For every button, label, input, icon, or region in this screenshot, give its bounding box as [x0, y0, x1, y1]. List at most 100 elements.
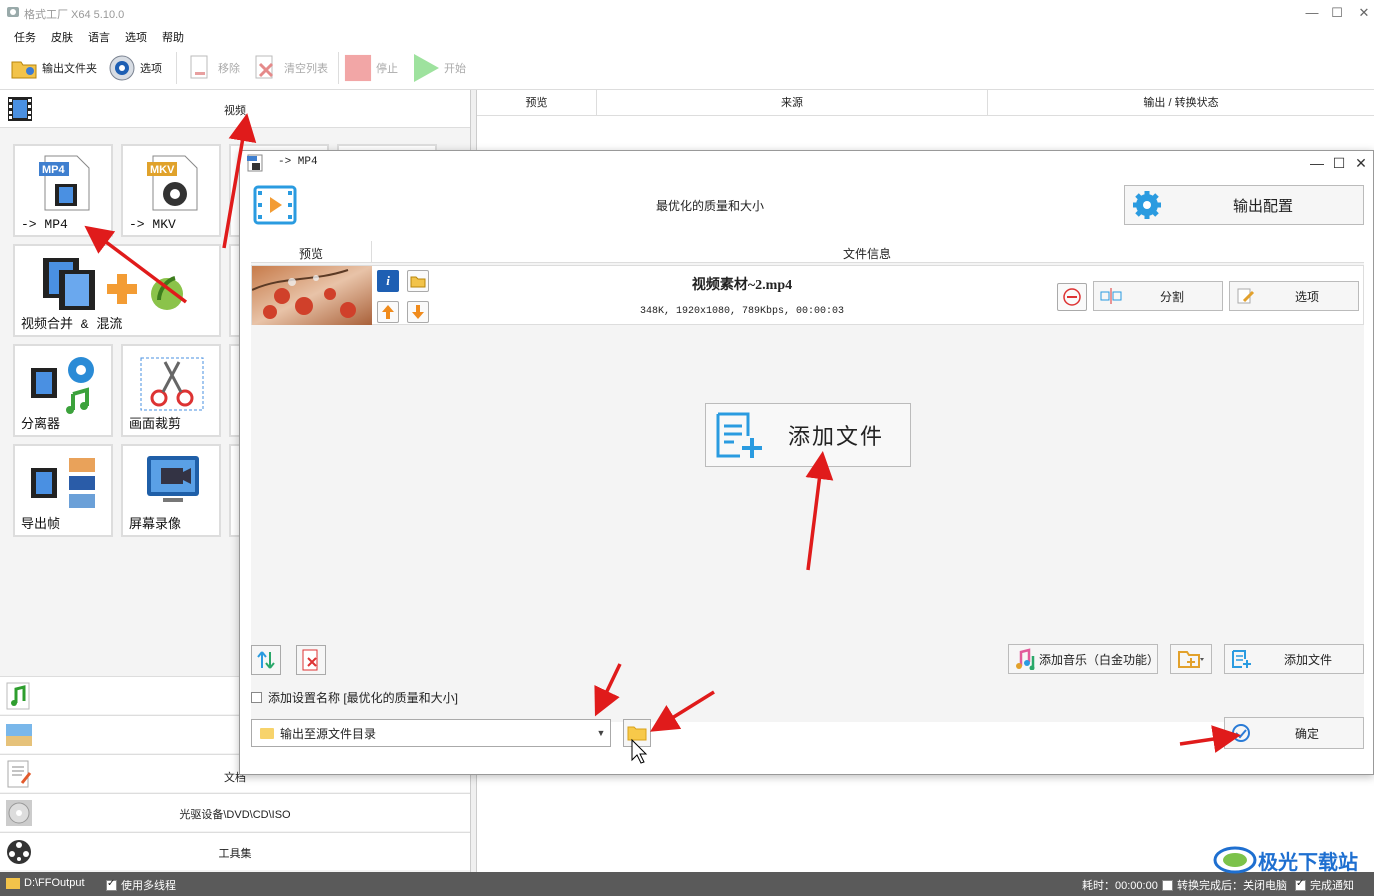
ok-button[interactable]: 确定 — [1224, 717, 1364, 749]
remove-button[interactable]: 移除 — [186, 52, 240, 84]
start-button[interactable]: 开始 — [412, 52, 466, 84]
tile-merge[interactable]: 视频合并 & 混流 — [13, 244, 221, 337]
app-icon — [7, 7, 19, 17]
arrow-up-icon — [382, 305, 394, 319]
output-dir-select[interactable]: 输出至源文件目录 ▼ — [251, 719, 611, 747]
remove-file-button[interactable] — [1057, 283, 1087, 311]
clear-files-button[interactable] — [296, 645, 326, 675]
stop-button[interactable]: 停止 — [344, 52, 398, 84]
open-folder-button[interactable] — [407, 270, 429, 292]
header-file-info: 文件信息 — [843, 247, 892, 261]
toolbar: 输出文件夹 选项 移除 清空列表 停止 开始 — [0, 46, 1374, 90]
menu-task[interactable]: 任务 — [14, 29, 36, 45]
col-header-output-status[interactable]: 输出 / 转换状态 — [988, 90, 1374, 116]
menu-language[interactable]: 语言 — [88, 29, 110, 45]
minimize-button[interactable]: — — [1302, 4, 1322, 22]
file-row[interactable]: i 视频素材~2.mp4 348K, 1920x1080, 789Kbps, 0… — [251, 265, 1364, 325]
mkv-file-icon: MKV — [147, 155, 198, 211]
add-file-large-button[interactable]: 添加文件 — [705, 403, 911, 467]
category-optical[interactable]: 光驱设备\DVD\CD\ISO — [0, 793, 470, 831]
col-header-source[interactable]: 来源 — [597, 90, 988, 116]
folder-icon — [627, 726, 647, 741]
scissors-crop-icon — [140, 357, 204, 411]
folder-icon — [260, 727, 274, 739]
clear-list-icon — [252, 54, 280, 82]
title-bar: 格式工厂 X64 5.10.0 — ☐ ✕ — [0, 0, 1374, 26]
folder-icon — [10, 54, 38, 82]
move-up-button[interactable] — [377, 301, 399, 323]
header-preview: 预览 — [299, 247, 324, 261]
menu-bar: 任务 皮肤 语言 选项 帮助 — [0, 26, 1374, 46]
file-table-header: 预览 文件信息 — [251, 241, 1364, 263]
clear-list-button[interactable]: 清空列表 — [252, 52, 328, 84]
options-edit-icon — [1236, 287, 1256, 305]
svg-text:MP4: MP4 — [42, 164, 66, 176]
mp4-file-icon — [247, 154, 263, 172]
info-icon: i — [386, 273, 390, 288]
menu-options[interactable]: 选项 — [125, 29, 147, 45]
category-tools[interactable]: 工具集 — [0, 832, 470, 870]
add-folder-icon — [1177, 649, 1205, 669]
tile-mkv[interactable]: MKV -> MKV — [121, 144, 221, 237]
output-folder-button[interactable]: 输出文件夹 — [10, 52, 97, 84]
folder-icon — [6, 877, 20, 889]
video-config-icon — [253, 185, 297, 225]
toolbar-divider — [338, 52, 339, 84]
export-frames-icon — [31, 458, 95, 508]
output-config-button[interactable]: 输出配置 — [1124, 185, 1364, 225]
quality-preset-label: 最优化的质量和大小 — [655, 199, 764, 213]
svg-text:MKV: MKV — [150, 164, 175, 176]
shutdown-checkbox[interactable]: 转换完成后：关闭电脑 — [1162, 877, 1287, 893]
status-bar: D:\FFOutput 使用多线程 耗时：00:00:00 转换完成后：关闭电脑… — [0, 872, 1374, 896]
multithread-checkbox[interactable]: 使用多线程 — [106, 877, 176, 893]
audio-note-icon — [6, 682, 30, 710]
image-icon — [6, 724, 32, 746]
category-video-label: 视频 — [224, 105, 246, 117]
menu-help[interactable]: 帮助 — [162, 29, 184, 45]
info-button[interactable]: i — [377, 270, 399, 292]
browse-folder-button[interactable] — [623, 719, 651, 747]
sort-arrows-icon — [257, 651, 275, 669]
arrow-down-icon — [412, 305, 424, 319]
sort-button[interactable] — [251, 645, 281, 675]
merge-video-audio-icon — [43, 258, 183, 310]
checkbox-icon — [1162, 879, 1173, 891]
split-button[interactable]: 分割 — [1093, 281, 1223, 311]
dialog-title: -> MP4 — [278, 156, 318, 168]
elapsed-time: 耗时：00:00:00 — [1082, 880, 1158, 892]
add-music-button[interactable]: 添加音乐（白金功能） — [1008, 644, 1159, 674]
minus-circle-icon — [1063, 288, 1081, 306]
dialog-minimize-button[interactable]: — — [1307, 153, 1327, 173]
add-file-button[interactable]: 添加文件 — [1224, 644, 1364, 674]
add-file-icon — [1231, 649, 1253, 669]
col-header-preview[interactable]: 预览 — [477, 90, 597, 116]
gear-icon — [1131, 189, 1163, 221]
file-name: 视频素材~2.mp4 — [691, 278, 793, 293]
category-video[interactable]: 视频 — [0, 90, 470, 128]
folder-icon — [410, 276, 426, 288]
tile-crop[interactable]: 画面裁剪 — [121, 344, 221, 437]
move-down-button[interactable] — [407, 301, 429, 323]
checkbox-icon — [106, 878, 117, 891]
dialog-close-button[interactable]: ✕ — [1351, 153, 1371, 173]
play-icon — [412, 54, 440, 82]
checkmark-circle-icon — [1231, 723, 1251, 743]
tile-screen-record[interactable]: 屏幕录像 — [121, 444, 221, 537]
screen-record-icon — [147, 456, 199, 502]
options-button[interactable]: 选项 — [108, 52, 162, 84]
file-options-button[interactable]: 选项 — [1229, 281, 1359, 311]
watermark-logo: 极光下载站 — [1212, 838, 1372, 878]
maximize-button[interactable]: ☐ — [1327, 4, 1347, 22]
notify-checkbox[interactable]: 完成通知 — [1295, 877, 1354, 893]
tile-export-frames[interactable]: 导出帧 — [13, 444, 113, 537]
add-folder-button[interactable] — [1170, 644, 1212, 674]
tile-mp4[interactable]: MP4 -> MP4 — [13, 144, 113, 237]
tile-splitter[interactable]: 分离器 — [13, 344, 113, 437]
add-file-icon — [714, 410, 766, 460]
close-button[interactable]: ✕ — [1354, 4, 1374, 22]
output-path[interactable]: D:\FFOutput — [6, 877, 85, 889]
menu-skin[interactable]: 皮肤 — [51, 29, 73, 45]
toolbar-divider — [176, 52, 177, 84]
add-setting-name-checkbox[interactable]: 添加设置名称 [最优化的质量和大小] — [251, 689, 458, 706]
dialog-maximize-button[interactable]: ☐ — [1329, 153, 1349, 173]
